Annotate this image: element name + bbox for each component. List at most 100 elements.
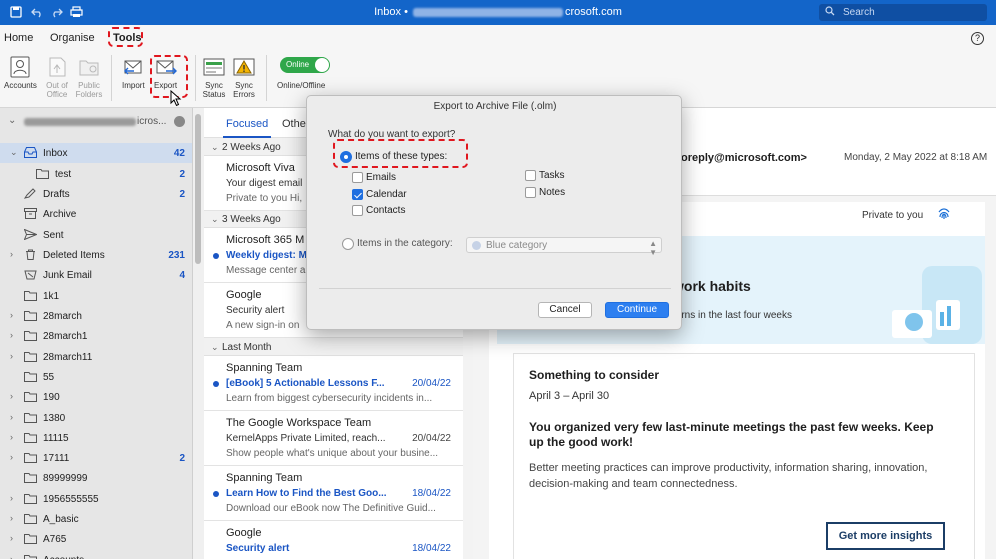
chevron-right-icon[interactable]: › <box>10 249 13 259</box>
folder-icon <box>24 310 37 321</box>
message-list-item[interactable]: Spanning Team [eBook] 5 Actionable Lesson… <box>204 356 463 411</box>
chevron-right-icon[interactable]: › <box>10 554 13 559</box>
tab-organise[interactable]: Organise <box>50 32 95 44</box>
fingerprint-icon <box>937 207 951 221</box>
search-input[interactable]: Search <box>819 4 987 21</box>
chevron-right-icon[interactable]: › <box>10 432 13 442</box>
folder-icon <box>24 391 37 402</box>
category-select[interactable]: Blue category ▲ ▼ <box>466 237 662 257</box>
card-date-range: April 3 – April 30 <box>529 390 610 402</box>
group-header[interactable]: ⌄ Last Month <box>204 338 463 356</box>
cancel-button[interactable]: Cancel <box>538 302 592 318</box>
account-name-suffix: icros... <box>137 116 167 127</box>
message-preview: Message center a <box>226 265 306 276</box>
notes-checkbox[interactable] <box>525 187 536 198</box>
import-label: Import <box>122 81 145 90</box>
sync-errors-button[interactable]: Sync Errors <box>231 56 257 99</box>
sidebar-item-a765[interactable]: › A765 <box>0 529 192 549</box>
unread-dot-icon <box>213 491 219 497</box>
sidebar-item-sent[interactable]: Sent <box>0 225 192 245</box>
accounts-button[interactable]: Accounts <box>4 56 37 90</box>
pencil-icon <box>23 188 37 199</box>
card-heading: Something to consider <box>529 368 660 382</box>
unread-count-badge: 42 <box>173 148 185 159</box>
message-list-item[interactable]: Google Security alert 18/04/22 <box>204 521 463 559</box>
sidebar-item-28march11[interactable]: › 28march11 <box>0 347 192 367</box>
sidebar-item-190[interactable]: › 190 <box>0 387 192 407</box>
chevron-right-icon[interactable]: › <box>10 351 13 361</box>
sidebar-item-junk-email[interactable]: Junk Email 4 <box>0 265 192 285</box>
sync-errors-label: Sync Errors <box>233 81 255 99</box>
online-offline-toggle[interactable]: Online <box>280 57 330 73</box>
redacted-account-email <box>24 118 136 126</box>
chevron-right-icon[interactable]: › <box>10 452 13 462</box>
unread-count-badge: 4 <box>179 270 185 281</box>
chevron-down-icon[interactable]: ⌄ <box>10 147 18 158</box>
folder-pane-scrollbar[interactable] <box>193 108 204 559</box>
account-header[interactable]: ⌄ icros... <box>0 114 192 130</box>
out-of-office-button[interactable]: Out of Office <box>44 56 70 99</box>
out-of-office-icon <box>46 56 68 78</box>
chevron-down-icon: ⌄ <box>211 142 219 152</box>
folder-name: 17111 <box>43 453 70 464</box>
folder-name: Sent <box>43 230 64 241</box>
sidebar-item-deleted-items[interactable]: › Deleted Items 231 <box>0 245 192 265</box>
sidebar-item-28march1[interactable]: › 28march1 <box>0 326 192 346</box>
menu-bar: Home Organise Tools ? <box>0 25 996 51</box>
export-dialog: Export to Archive File (.olm) What do yo… <box>306 95 682 330</box>
calendar-checkbox[interactable] <box>352 189 363 200</box>
sidebar-item-1956555555[interactable]: › 1956555555 <box>0 489 192 509</box>
export-button-highlight <box>150 55 188 98</box>
tab-home[interactable]: Home <box>4 32 33 44</box>
tasks-checkbox[interactable] <box>525 170 536 181</box>
sidebar-item-a-basic[interactable]: › A_basic <box>0 509 192 529</box>
sidebar-item-inbox[interactable]: ⌄ Inbox 42 <box>0 143 192 163</box>
sidebar-item-archive[interactable]: Archive <box>0 204 192 224</box>
chevron-right-icon[interactable]: › <box>10 310 13 320</box>
help-icon[interactable]: ? <box>971 32 984 45</box>
tab-other[interactable]: Othe <box>282 118 306 130</box>
message-list-item[interactable]: The Google Workspace Team KernelApps Priv… <box>204 411 463 466</box>
sidebar-item-11115[interactable]: › 11115 <box>0 428 192 448</box>
sidebar-item-55[interactable]: 55 <box>0 367 192 387</box>
sidebar-item-1k1[interactable]: 1k1 <box>0 286 192 306</box>
tab-focused[interactable]: Focused <box>226 118 268 130</box>
insight-card: Something to consider April 3 – April 30… <box>513 353 975 559</box>
accounts-label: Accounts <box>4 81 37 90</box>
sidebar-item-drafts[interactable]: Drafts 2 <box>0 184 192 204</box>
emails-checkbox[interactable] <box>352 172 363 183</box>
continue-button[interactable]: Continue <box>605 302 669 318</box>
folder-name: Drafts <box>43 189 70 200</box>
sidebar-item-28march[interactable]: › 28march <box>0 306 192 326</box>
card-paragraph: Better meeting practices can improve pro… <box>529 462 928 490</box>
sidebar-item-89999999[interactable]: 89999999 <box>0 468 192 488</box>
contacts-checkbox[interactable] <box>352 205 363 216</box>
message-list-item[interactable]: Spanning Team Learn How to Find the Best … <box>204 466 463 521</box>
send-icon <box>23 228 38 241</box>
sync-status-button[interactable]: Sync Status <box>201 56 227 99</box>
get-more-insights-button[interactable]: Get more insights <box>826 522 945 550</box>
chevron-right-icon[interactable]: › <box>10 493 13 503</box>
folder-icon <box>24 533 37 544</box>
chevron-right-icon[interactable]: › <box>10 391 13 401</box>
chevron-right-icon[interactable]: › <box>10 513 13 523</box>
folder-name: 28march1 <box>43 331 88 342</box>
import-button[interactable]: Import <box>122 56 145 90</box>
sidebar-item-17111[interactable]: › 17111 2 <box>0 448 192 468</box>
message-subject: Security alert <box>226 543 290 554</box>
toggle-caption: Online/Offline <box>277 81 326 90</box>
chevron-right-icon[interactable]: › <box>10 412 13 422</box>
scrollbar-thumb[interactable] <box>195 114 201 264</box>
chevron-right-icon[interactable]: › <box>10 533 13 543</box>
folder-name: 28march <box>43 311 82 322</box>
chevron-right-icon[interactable]: › <box>10 330 13 340</box>
items-in-category-radio[interactable] <box>342 238 354 250</box>
sidebar-item-test[interactable]: test 2 <box>0 164 192 184</box>
folder-icon <box>24 452 37 463</box>
chevron-down-icon[interactable]: ⌄ <box>8 115 16 126</box>
public-folders-button[interactable]: Public Folders <box>74 56 104 99</box>
sidebar-item-accounts[interactable]: › Accounts <box>0 550 192 559</box>
sidebar-item-1380[interactable]: › 1380 <box>0 408 192 428</box>
folder-icon <box>24 371 37 382</box>
items-of-types-highlight <box>333 139 468 168</box>
